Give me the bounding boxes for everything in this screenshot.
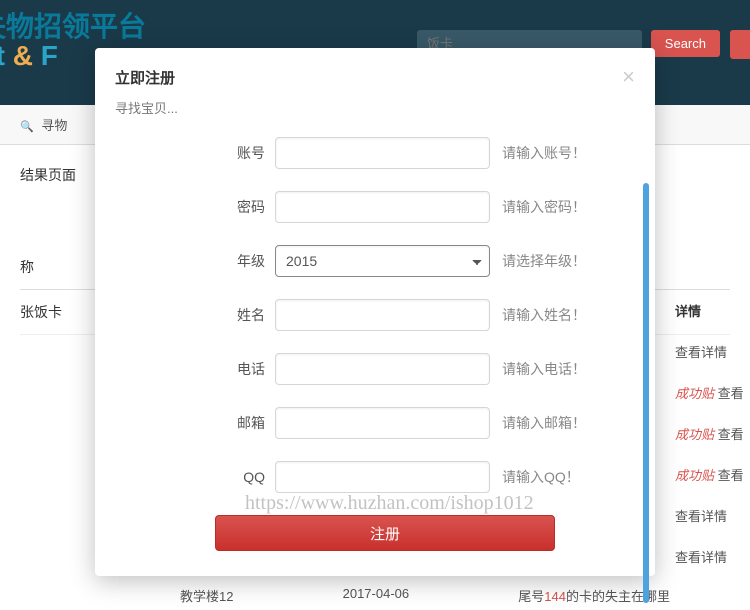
label-grade: 年级 — [215, 251, 275, 271]
hint-email: 请输入邮箱！ — [502, 413, 586, 433]
grade-select[interactable]: 2015 — [275, 245, 490, 277]
row-account: 账号 请输入账号！ — [115, 137, 635, 169]
hint-account: 请输入账号！ — [502, 143, 586, 163]
account-input[interactable] — [275, 137, 490, 169]
submit-row: 注册 — [115, 515, 635, 551]
modal-subtitle: 寻找宝贝... — [95, 98, 655, 137]
password-input[interactable] — [275, 191, 490, 223]
label-password: 密码 — [215, 197, 275, 217]
row-email: 邮箱 请输入邮箱！ — [115, 407, 635, 439]
hint-grade: 请选择年级！ — [502, 251, 586, 271]
hint-qq: 请输入QQ！ — [502, 467, 580, 487]
label-qq: QQ — [215, 469, 275, 485]
modal-header: 立即注册 × — [95, 48, 655, 98]
label-email: 邮箱 — [215, 413, 275, 433]
row-phone: 电话 请输入电话！ — [115, 353, 635, 385]
hint-phone: 请输入电话！ — [502, 359, 586, 379]
register-modal: 立即注册 × 寻找宝贝... 账号 请输入账号！ 密码 请输入密码！ 年级 20… — [95, 48, 655, 576]
phone-input[interactable] — [275, 353, 490, 385]
label-phone: 电话 — [215, 359, 275, 379]
modal-overlay: 立即注册 × 寻找宝贝... 账号 请输入账号！ 密码 请输入密码！ 年级 20… — [0, 0, 750, 610]
label-name: 姓名 — [215, 305, 275, 325]
row-grade: 年级 2015 请选择年级！ — [115, 245, 635, 277]
hint-password: 请输入密码！ — [502, 197, 586, 217]
email-input[interactable] — [275, 407, 490, 439]
label-account: 账号 — [215, 143, 275, 163]
qq-input[interactable] — [275, 461, 490, 493]
row-qq: QQ 请输入QQ！ — [115, 461, 635, 493]
modal-body: 账号 请输入账号！ 密码 请输入密码！ 年级 2015 请选择年级！ 姓名 请输… — [95, 137, 655, 576]
register-button[interactable]: 注册 — [215, 515, 555, 551]
name-input[interactable] — [275, 299, 490, 331]
modal-title: 立即注册 — [115, 67, 175, 88]
close-icon[interactable]: × — [622, 64, 635, 90]
row-name: 姓名 请输入姓名！ — [115, 299, 635, 331]
hint-name: 请输入姓名！ — [502, 305, 586, 325]
row-password: 密码 请输入密码！ — [115, 191, 635, 223]
